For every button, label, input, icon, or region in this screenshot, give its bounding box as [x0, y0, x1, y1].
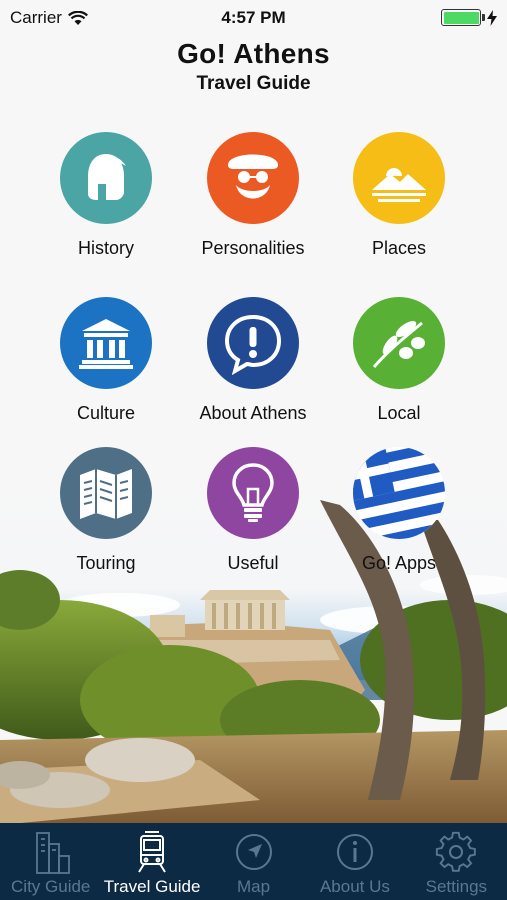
menu-item-go-apps[interactable]: Go! Apps — [326, 447, 472, 574]
tab-travel-guide[interactable]: Travel Guide — [101, 823, 202, 900]
battery-icon — [441, 9, 485, 26]
app-title: Go! Athens — [177, 38, 330, 69]
menu-circle — [207, 447, 299, 539]
menu-item-touring[interactable]: Touring — [33, 447, 179, 574]
tab-map[interactable]: Map — [203, 823, 304, 900]
menu-item-local[interactable]: Local — [326, 297, 472, 424]
greek-flag-icon — [353, 447, 445, 539]
buildings-icon — [35, 832, 70, 874]
temple-icon — [79, 319, 133, 369]
lightbulb-icon — [232, 463, 274, 522]
menu-circle — [60, 297, 152, 389]
tab-label: Settings — [425, 877, 488, 896]
app-header: Go! Athens Travel Guide — [0, 38, 507, 95]
charging-bolt-icon — [487, 9, 497, 26]
tab-bar: City Guide Travel Guide Map About Us Set… — [0, 823, 507, 900]
menu-circle — [353, 297, 445, 389]
tab-about-us[interactable]: About Us — [304, 823, 405, 900]
status-bar: Carrier 4:57 PM — [0, 0, 507, 36]
menu-label: History — [77, 238, 134, 258]
menu-item-culture[interactable]: Culture — [33, 297, 179, 424]
menu-label: Culture — [76, 403, 136, 423]
menu-label: Places — [371, 238, 427, 258]
tab-label: Travel Guide — [103, 877, 201, 896]
menu-circle — [60, 132, 152, 224]
spartan-helmet-icon — [88, 154, 126, 200]
battery-area — [441, 9, 497, 26]
tab-settings[interactable]: Settings — [406, 823, 507, 900]
menu-circle — [207, 297, 299, 389]
menu-item-useful[interactable]: Useful — [180, 447, 326, 574]
tram-icon — [138, 831, 166, 873]
menu-circle — [207, 132, 299, 224]
tab-label: City Guide — [11, 877, 91, 896]
info-icon — [336, 834, 373, 870]
menu-label: Touring — [76, 553, 136, 573]
menu-item-history[interactable]: History — [33, 132, 179, 259]
compass-icon — [235, 834, 272, 870]
menu-item-places[interactable]: Places — [326, 132, 472, 259]
bearded-face-icon — [228, 154, 278, 199]
tab-label: Map — [236, 877, 271, 896]
map-icon — [80, 469, 132, 519]
battery-level — [443, 11, 479, 24]
menu-circle — [353, 132, 445, 224]
menu-circle — [60, 447, 152, 539]
app-subtitle: Travel Guide — [196, 73, 311, 94]
menu-label: About Athens — [199, 403, 307, 423]
tab-city-guide[interactable]: City Guide — [0, 823, 101, 900]
tab-label: About Us — [319, 877, 390, 896]
menu-label: Useful — [227, 553, 279, 573]
menu-item-personalities[interactable]: Personalities — [180, 132, 326, 259]
menu-item-about-athens[interactable]: About Athens — [180, 297, 326, 424]
menu-label: Go! Apps — [361, 553, 437, 573]
olive-branch-icon — [372, 320, 425, 368]
menu-label: Local — [377, 403, 421, 423]
landscape-icon — [372, 168, 426, 202]
menu-label: Personalities — [201, 238, 305, 258]
status-time: 4:57 PM — [221, 8, 286, 27]
menu-circle — [353, 447, 445, 539]
exclamation-bubble-icon — [224, 314, 282, 375]
gear-icon — [436, 831, 477, 872]
